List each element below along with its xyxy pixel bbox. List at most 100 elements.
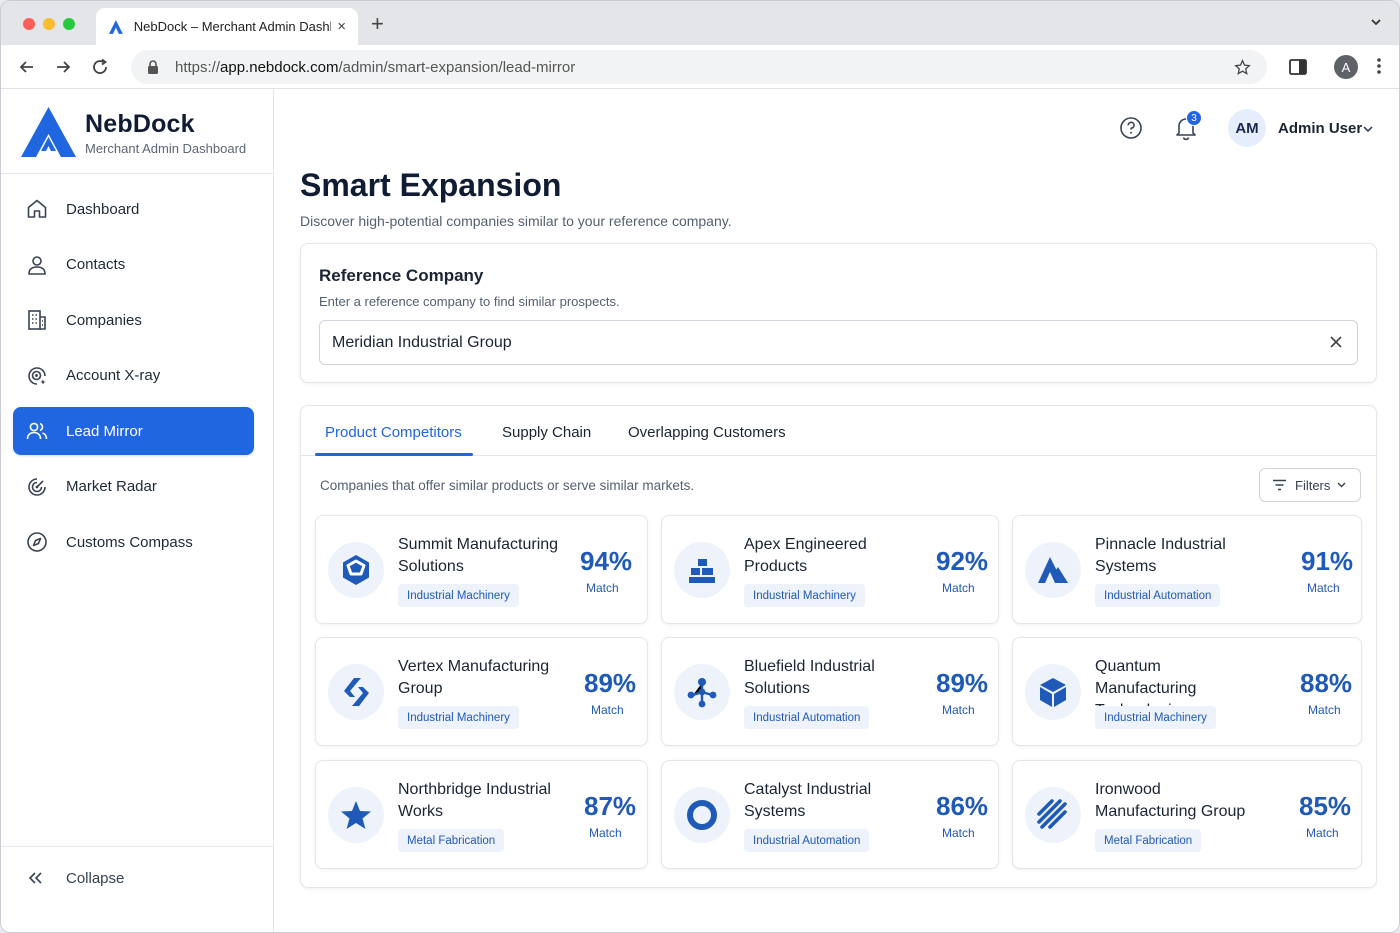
company-name: Catalyst Industrial Systems [744,781,872,820]
match-label: Match [1308,703,1341,717]
sidebar-item-contacts[interactable]: Contacts [13,241,254,289]
close-window-button[interactable] [23,18,35,30]
company-name: Vertex Manufacturing Group [398,658,550,697]
browser-toolbar: https://app.nebdock.com/admin/smart-expa… [1,45,1399,89]
network-icon [687,678,717,708]
company-logo [674,542,730,598]
company-card[interactable]: Ironwood Manufacturing Group Metal Fabri… [1012,760,1362,869]
brand[interactable]: NebDock Merchant Admin Dashboard [21,107,261,167]
notification-badge: 3 [1186,110,1202,126]
company-logo [328,664,384,720]
xray-icon [28,366,46,385]
browser-tab[interactable]: NebDock – Merchant Admin Dashboard × [96,8,358,45]
forward-arrow-icon[interactable] [53,57,73,77]
reference-company-card: Reference Company Enter a reference comp… [300,243,1377,383]
help-icon[interactable] [1119,116,1143,140]
sidebar-item-lead-mirror[interactable]: Lead Mirror [13,407,254,455]
tab-supply-chain[interactable]: Supply Chain [502,424,591,441]
sidebar-divider [1,173,273,174]
company-card[interactable]: Summit Manufacturing Solutions Industria… [315,515,648,624]
sidebar-item-label: Account X-ray [66,367,161,384]
active-tab-indicator [315,453,473,456]
sidebar-item-market-radar[interactable]: Market Radar [13,463,254,511]
compass-icon [27,532,47,552]
bookmark-star-icon[interactable] [1234,59,1251,76]
industry-tag: Metal Fabrication [398,829,505,852]
home-icon [27,199,47,218]
company-card[interactable]: Quantum Manufacturing Technologies Indus… [1012,637,1362,746]
filters-button[interactable]: Filters [1259,468,1361,502]
tab-overlapping-customers[interactable]: Overlapping Customers [628,424,786,441]
tab-close-icon[interactable]: × [337,18,346,35]
maximize-window-button[interactable] [63,18,75,30]
match-label: Match [589,826,622,840]
address-bar[interactable]: https://app.nebdock.com/admin/smart-expa… [131,50,1267,84]
results-card: Product Competitors Supply Chain Overlap… [300,405,1377,888]
match-percent: 89% [584,668,637,698]
industry-tag: Industrial Automation [744,829,870,852]
collapse-sidebar-button[interactable]: Collapse [25,867,124,889]
match-label: Match [1306,826,1339,840]
brand-name: NebDock [85,110,195,138]
page-subtitle: Discover high-potential companies simila… [300,213,732,229]
company-card[interactable]: Northbridge Industrial Works Metal Fabri… [315,760,648,869]
url-path: /admin/smart-expansion/lead-mirror [338,58,576,76]
lock-icon [148,60,158,74]
company-card[interactable]: Apex Engineered Products Industrial Mach… [661,515,999,624]
back-arrow-icon[interactable] [17,57,37,77]
sidebar-item-dashboard[interactable]: Dashboard [13,185,254,233]
browser-tab-title: NebDock – Merchant Admin Dashboard [133,19,331,34]
sidebar-item-account-xray[interactable]: Account X-ray [13,352,254,400]
hexagon-icon [343,555,369,585]
match-label: Match [942,581,975,595]
user-name[interactable]: Admin User [1278,120,1362,137]
company-card[interactable]: Pinnacle Industrial Systems Industrial A… [1012,515,1362,624]
company-card[interactable]: Catalyst Industrial Systems Industrial A… [661,760,999,869]
company-name: Summit Manufacturing Solutions [398,536,559,575]
tab-search-chevron-icon[interactable] [1369,15,1383,29]
new-tab-button[interactable]: + [371,11,384,37]
company-logo [328,542,384,598]
minimize-window-button[interactable] [43,18,55,30]
match-percent: 87% [584,791,637,821]
company-logo [1025,542,1081,598]
company-logo [1025,787,1081,843]
company-name: Apex Engineered Products [744,536,867,575]
user-avatar[interactable]: AM [1228,109,1266,147]
sidebar-item-customs-compass[interactable]: Customs Compass [13,518,254,566]
collapse-label: Collapse [66,869,125,887]
radar-icon [28,477,46,496]
side-panel-icon[interactable] [1289,59,1307,75]
profile-avatar[interactable]: A [1334,55,1358,79]
url-scheme: https:// [175,58,221,76]
results-description: Companies that offer similar products or… [320,478,695,493]
reference-company-value: Meridian Industrial Group [332,333,512,351]
company-name: Bluefield Industrial Solutions [744,658,875,697]
reference-company-hint: Enter a reference company to find simila… [319,294,620,309]
company-card[interactable]: Bluefield Industrial Solutions Industria… [661,637,999,746]
double-chevron-left-icon [28,872,42,884]
company-card[interactable]: Vertex Manufacturing Group Industrial Ma… [315,637,648,746]
blocks-icon [689,559,715,583]
reload-icon[interactable] [90,57,110,77]
clear-icon[interactable] [1329,335,1343,349]
company-logo [674,664,730,720]
match-percent: 94% [580,546,633,576]
tab-product-competitors[interactable]: Product Competitors [325,424,462,441]
sidebar-item-label: Contacts [66,256,126,273]
sidebar-item-companies[interactable]: Companies [13,296,254,344]
company-name: Pinnacle Industrial Systems [1095,536,1226,575]
chevron-down-icon [1337,482,1346,488]
sidebar-item-label: Dashboard [66,200,140,218]
match-label: Match [1307,581,1340,595]
match-percent: 89% [936,668,989,698]
match-percent: 88% [1300,668,1353,698]
chevron-down-icon[interactable] [1362,124,1374,134]
browser-menu-icon[interactable] [1376,57,1382,75]
filters-label: Filters [1295,477,1331,493]
industry-tag: Industrial Machinery [1095,706,1216,729]
cube-icon [1040,678,1066,707]
reference-company-input[interactable]: Meridian Industrial Group [319,320,1358,365]
star-icon [341,801,371,829]
sidebar-item-label: Customs Compass [66,533,193,551]
